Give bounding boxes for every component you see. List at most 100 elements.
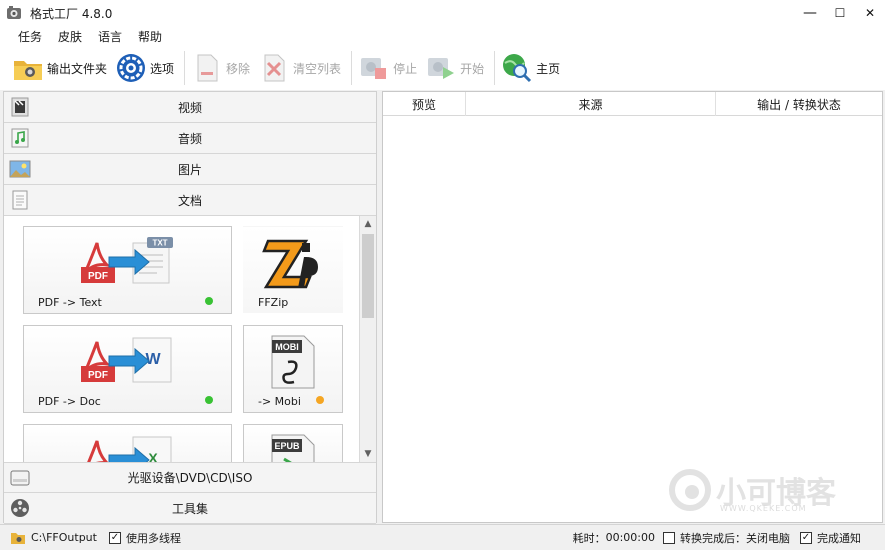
notify-label: 完成通知 xyxy=(817,531,861,545)
svg-text:MOBI: MOBI xyxy=(275,342,299,352)
pdf-to-doc-label: PDF -> Doc xyxy=(38,395,101,408)
category-optical-label: 光驱设备\DVD\CD\ISO xyxy=(127,471,253,485)
audio-note-icon xyxy=(11,128,29,148)
category-video-label: 视频 xyxy=(177,100,202,115)
scroll-up-arrow-icon[interactable]: ▲ xyxy=(360,216,376,232)
epub-book-icon: EPUB xyxy=(271,434,315,462)
menu-help[interactable]: 帮助 xyxy=(130,28,170,45)
pdf-to-excel-icon: X xyxy=(87,436,172,462)
category-tools[interactable]: 工具集 xyxy=(4,493,376,524)
category-audio-label: 音频 xyxy=(177,131,202,146)
column-preview[interactable]: 预览 xyxy=(383,92,466,116)
to-mobi-label: -> Mobi xyxy=(258,395,301,408)
clear-list-icon xyxy=(264,54,285,82)
scrollbar-thumb[interactable] xyxy=(362,234,374,318)
toolbar-separator xyxy=(351,51,353,85)
clear-list-button[interactable]: 清空列表 xyxy=(258,50,341,86)
minimize-button[interactable]: — xyxy=(795,0,825,26)
notify-option[interactable]: ✓ 完成通知 xyxy=(800,530,861,546)
status-bar: C:\FFOutput ✓ 使用多线程 耗时： 00:00:00 转换完成后：关… xyxy=(0,524,885,550)
svg-text:X: X xyxy=(148,450,158,462)
column-output-status[interactable]: 输出 / 转换状态 xyxy=(716,92,882,116)
start-icon xyxy=(428,58,455,79)
options-button[interactable]: 选项 xyxy=(115,50,174,86)
pdf-to-doc-icon: PDF W xyxy=(81,337,172,383)
elapsed-time: 耗时： 00:00:00 xyxy=(573,530,655,546)
ffzip-item[interactable]: FFZip xyxy=(243,226,343,314)
document-tools-grid: PDF TXT PDF -> Text FFZip PDF W PDF -> D… xyxy=(4,216,376,462)
category-tools-label: 工具集 xyxy=(171,501,208,516)
start-label: 开始 xyxy=(460,61,485,76)
close-button[interactable]: ✕ xyxy=(855,0,885,26)
tools-reel-icon xyxy=(11,499,29,517)
to-epub-item[interactable]: EPUB xyxy=(243,424,343,462)
home-label: 主页 xyxy=(536,61,561,76)
toolbar-separator xyxy=(184,51,186,85)
category-document[interactable]: 文档 xyxy=(4,185,376,216)
output-folder-button[interactable]: 输出文件夹 xyxy=(12,50,107,86)
svg-text:EPUB: EPUB xyxy=(274,441,300,451)
category-optical-drive[interactable]: 光驱设备\DVD\CD\ISO xyxy=(4,462,376,493)
svg-text:TXT: TXT xyxy=(152,239,167,248)
elapsed-value: 00:00:00 xyxy=(605,531,655,544)
home-button[interactable]: 主页 xyxy=(501,50,560,86)
svg-text:PDF: PDF xyxy=(88,271,108,282)
output-path: C:\FFOutput xyxy=(31,531,97,544)
multithread-option[interactable]: ✓ 使用多线程 xyxy=(108,530,181,546)
window-title: 格式工厂 4.8.0 xyxy=(30,6,113,21)
notify-checkbox[interactable]: ✓ xyxy=(800,531,812,544)
options-gear-icon xyxy=(117,54,146,82)
multithread-label: 使用多线程 xyxy=(125,531,181,545)
ffzip-label: FFZip xyxy=(258,296,289,309)
maximize-button[interactable]: ☐ xyxy=(825,0,855,26)
optical-drive-icon xyxy=(10,470,30,486)
ffzip-logo-icon xyxy=(262,239,318,289)
scroll-down-arrow-icon[interactable]: ▼ xyxy=(360,446,376,462)
shutdown-after-option[interactable]: 转换完成后：关闭电脑 xyxy=(663,530,790,546)
status-dot-green xyxy=(205,396,213,404)
pdf-to-doc-item[interactable]: PDF W PDF -> Doc xyxy=(23,325,232,413)
category-audio[interactable]: 音频 xyxy=(4,123,376,154)
menu-language[interactable]: 语言 xyxy=(90,28,130,45)
shutdown-after-checkbox[interactable] xyxy=(663,531,675,544)
watermark-logo-icon xyxy=(669,469,711,511)
document-list-scrollbar[interactable]: ▲ ▼ xyxy=(359,216,376,462)
output-folder-label: 输出文件夹 xyxy=(47,61,108,76)
task-list-panel[interactable]: 预览 来源 输出 / 转换状态 xyxy=(382,91,883,523)
multithread-checkbox[interactable]: ✓ xyxy=(108,531,121,544)
pdf-to-text-item[interactable]: PDF TXT PDF -> Text xyxy=(23,226,232,314)
shutdown-after-label: 转换完成后：关闭电脑 xyxy=(680,531,790,545)
video-clapper-icon xyxy=(11,97,29,117)
remove-button[interactable]: 移除 xyxy=(191,50,250,86)
category-document-label: 文档 xyxy=(177,193,202,208)
document-page-icon xyxy=(12,190,28,210)
svg-text:PDF: PDF xyxy=(88,370,108,381)
watermark-url: WWW.QKEKE.COM xyxy=(720,504,807,513)
remove-label: 移除 xyxy=(226,61,251,76)
mobi-book-icon: MOBI xyxy=(271,335,315,389)
stop-label: 停止 xyxy=(393,61,418,76)
elapsed-label: 耗时： xyxy=(572,531,606,545)
output-folder-small-icon xyxy=(11,532,25,544)
task-list-header: 预览 来源 输出 / 转换状态 xyxy=(383,92,882,116)
app-logo-icon xyxy=(7,6,21,19)
column-source[interactable]: 来源 xyxy=(466,92,716,116)
stop-button[interactable]: 停止 xyxy=(358,50,417,86)
clear-list-label: 清空列表 xyxy=(293,61,342,76)
folder-icon xyxy=(14,61,42,80)
image-picture-icon xyxy=(9,160,31,178)
category-panel: 视频 音频 图片 文档 PDF TXT PDF -> Text FFZip PD… xyxy=(3,91,377,524)
pdf-to-excel-item[interactable]: X xyxy=(23,424,232,462)
home-globe-search-icon xyxy=(503,54,532,83)
pdf-to-text-icon: PDF TXT xyxy=(81,237,173,284)
status-dot-green xyxy=(205,297,213,305)
toolbar-separator xyxy=(494,51,496,85)
to-mobi-item[interactable]: MOBI -> Mobi xyxy=(243,325,343,413)
menu-skin[interactable]: 皮肤 xyxy=(50,28,90,45)
status-dot-orange xyxy=(316,396,324,404)
start-button[interactable]: 开始 xyxy=(425,50,484,86)
menu-task[interactable]: 任务 xyxy=(10,28,50,45)
category-video[interactable]: 视频 xyxy=(4,92,376,123)
category-image[interactable]: 图片 xyxy=(4,154,376,185)
output-path-item[interactable]: C:\FFOutput xyxy=(10,531,97,545)
